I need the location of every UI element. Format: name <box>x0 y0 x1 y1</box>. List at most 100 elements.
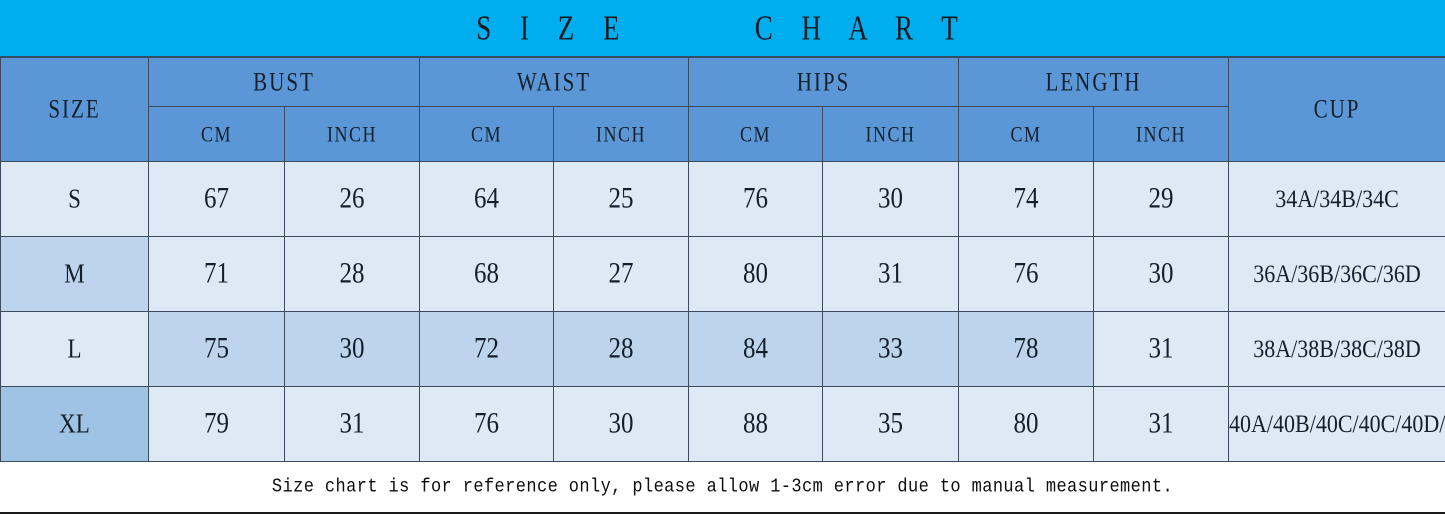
cell-size-xl: XL <box>1 387 149 462</box>
header-unit-bust-cm: CM <box>149 107 285 162</box>
size-chart-table: SIZE BUST WAIST HIPS LENGTH CUP CM INCH … <box>0 57 1445 462</box>
cell-xl-bust-cm: 79 <box>149 387 285 462</box>
header-row-groups: SIZE BUST WAIST HIPS LENGTH CUP <box>1 58 1445 107</box>
header-unit-length-inch-label: INCH <box>1136 121 1186 147</box>
header-row-units: CM INCH CM INCH CM INCH CM INCH <box>1 107 1445 162</box>
header-group-bust-label: BUST <box>253 66 315 97</box>
footer-disclaimer: Size chart is for reference only, please… <box>0 462 1445 514</box>
table-row: L 75 30 72 28 84 33 78 31 38A/38B/38C/38… <box>1 312 1445 387</box>
cell-size-xl-value: XL <box>59 409 90 440</box>
cell-s-waist-inch: 25 <box>554 162 689 237</box>
table-row: S 67 26 64 25 76 30 74 29 34A/34B/34C <box>1 162 1445 237</box>
cell-l-length-cm-value: 78 <box>1014 332 1039 365</box>
table-header: SIZE BUST WAIST HIPS LENGTH CUP CM INCH … <box>1 58 1445 162</box>
cell-m-length-inch-value: 30 <box>1149 257 1174 290</box>
cell-m-hips-cm: 80 <box>689 237 823 312</box>
cell-xl-waist-inch-value: 30 <box>609 407 634 440</box>
cell-l-bust-cm: 75 <box>149 312 285 387</box>
header-group-bust: BUST <box>149 58 420 107</box>
table-row: M 71 28 68 27 80 31 76 30 36A/36B/36C/36… <box>1 237 1445 312</box>
table-body: S 67 26 64 25 76 30 74 29 34A/34B/34C M … <box>1 162 1445 462</box>
cell-s-length-cm: 74 <box>959 162 1094 237</box>
page-title: S I Z E C H A R T <box>476 8 969 48</box>
cell-m-length-cm: 76 <box>959 237 1094 312</box>
cell-l-bust-cm-value: 75 <box>204 332 229 365</box>
header-group-waist: WAIST <box>420 58 689 107</box>
cell-s-bust-inch-value: 26 <box>340 182 365 215</box>
cell-xl-length-inch-value: 31 <box>1149 407 1174 440</box>
cell-l-bust-inch: 30 <box>285 312 420 387</box>
cell-m-bust-cm: 71 <box>149 237 285 312</box>
cell-l-hips-cm-value: 84 <box>743 332 768 365</box>
cell-size-l-value: L <box>67 334 81 365</box>
cell-l-hips-inch-value: 33 <box>878 332 903 365</box>
cell-l-length-inch-value: 31 <box>1149 332 1174 365</box>
cell-l-waist-inch: 28 <box>554 312 689 387</box>
cell-xl-hips-cm-value: 88 <box>743 407 768 440</box>
cell-s-cup-value: 34A/34B/34C <box>1275 184 1398 213</box>
cell-s-waist-cm: 64 <box>420 162 554 237</box>
cell-l-cup: 38A/38B/38C/38D <box>1229 312 1445 387</box>
cell-s-length-cm-value: 74 <box>1014 182 1039 215</box>
cell-m-waist-cm-value: 68 <box>474 257 499 290</box>
size-chart-container: S I Z E C H A R T SIZE BUST WAIST HIPS L… <box>0 0 1445 512</box>
header-group-hips-label: HIPS <box>797 66 851 97</box>
header-unit-waist-inch-label: INCH <box>596 121 646 147</box>
cell-s-bust-inch: 26 <box>285 162 420 237</box>
header-size-label: SIZE <box>48 94 100 125</box>
header-unit-hips-cm-label: CM <box>740 121 771 147</box>
header-cup: CUP <box>1229 58 1445 162</box>
cell-size-l: L <box>1 312 149 387</box>
cell-s-waist-cm-value: 64 <box>474 182 499 215</box>
footer-disclaimer-text: Size chart is for reference only, please… <box>272 476 1173 497</box>
header-unit-bust-inch: INCH <box>285 107 420 162</box>
header-group-waist-label: WAIST <box>517 66 591 97</box>
cell-xl-bust-cm-value: 79 <box>204 407 229 440</box>
cell-s-length-inch-value: 29 <box>1149 182 1174 215</box>
header-unit-hips-inch: INCH <box>823 107 959 162</box>
cell-s-hips-cm: 76 <box>689 162 823 237</box>
cell-m-hips-cm-value: 80 <box>743 257 768 290</box>
cell-s-cup: 34A/34B/34C <box>1229 162 1445 237</box>
cell-xl-cup-value: 40A/40B/40C/40C/40D/42A/42B <box>1229 409 1445 438</box>
cell-xl-waist-cm-value: 76 <box>474 407 499 440</box>
cell-l-length-cm: 78 <box>959 312 1094 387</box>
header-unit-waist-cm-label: CM <box>471 121 502 147</box>
header-size: SIZE <box>1 58 149 162</box>
cell-m-cup-value: 36A/36B/36C/36D <box>1253 259 1420 288</box>
cell-s-length-inch: 29 <box>1094 162 1229 237</box>
cell-xl-cup: 40A/40B/40C/40C/40D/42A/42B <box>1229 387 1445 462</box>
header-cup-label: CUP <box>1314 94 1361 125</box>
cell-l-waist-cm-value: 72 <box>474 332 499 365</box>
cell-m-hips-inch: 31 <box>823 237 959 312</box>
header-unit-waist-inch: INCH <box>554 107 689 162</box>
cell-m-cup: 36A/36B/36C/36D <box>1229 237 1445 312</box>
cell-m-waist-cm: 68 <box>420 237 554 312</box>
header-group-hips: HIPS <box>689 58 959 107</box>
cell-s-waist-inch-value: 25 <box>609 182 634 215</box>
cell-l-bust-inch-value: 30 <box>340 332 365 365</box>
cell-l-waist-cm: 72 <box>420 312 554 387</box>
cell-m-bust-cm-value: 71 <box>204 257 229 290</box>
cell-size-s: S <box>1 162 149 237</box>
cell-s-bust-cm-value: 67 <box>204 182 229 215</box>
cell-m-length-inch: 30 <box>1094 237 1229 312</box>
header-unit-length-cm-label: CM <box>1011 121 1042 147</box>
cell-s-hips-cm-value: 76 <box>743 182 768 215</box>
cell-m-bust-inch: 28 <box>285 237 420 312</box>
cell-l-length-inch: 31 <box>1094 312 1229 387</box>
cell-xl-hips-cm: 88 <box>689 387 823 462</box>
cell-size-s-value: S <box>68 184 81 215</box>
cell-l-cup-value: 38A/38B/38C/38D <box>1253 334 1420 363</box>
cell-s-hips-inch: 30 <box>823 162 959 237</box>
cell-xl-bust-inch-value: 31 <box>340 407 365 440</box>
header-group-length-label: LENGTH <box>1046 66 1142 97</box>
table-row: XL 79 31 76 30 88 35 80 31 40A/40B/40C/4… <box>1 387 1445 462</box>
cell-m-hips-inch-value: 31 <box>878 257 903 290</box>
header-unit-length-inch: INCH <box>1094 107 1229 162</box>
cell-xl-bust-inch: 31 <box>285 387 420 462</box>
cell-xl-length-cm: 80 <box>959 387 1094 462</box>
cell-xl-waist-inch: 30 <box>554 387 689 462</box>
cell-size-m: M <box>1 237 149 312</box>
header-group-length: LENGTH <box>959 58 1229 107</box>
